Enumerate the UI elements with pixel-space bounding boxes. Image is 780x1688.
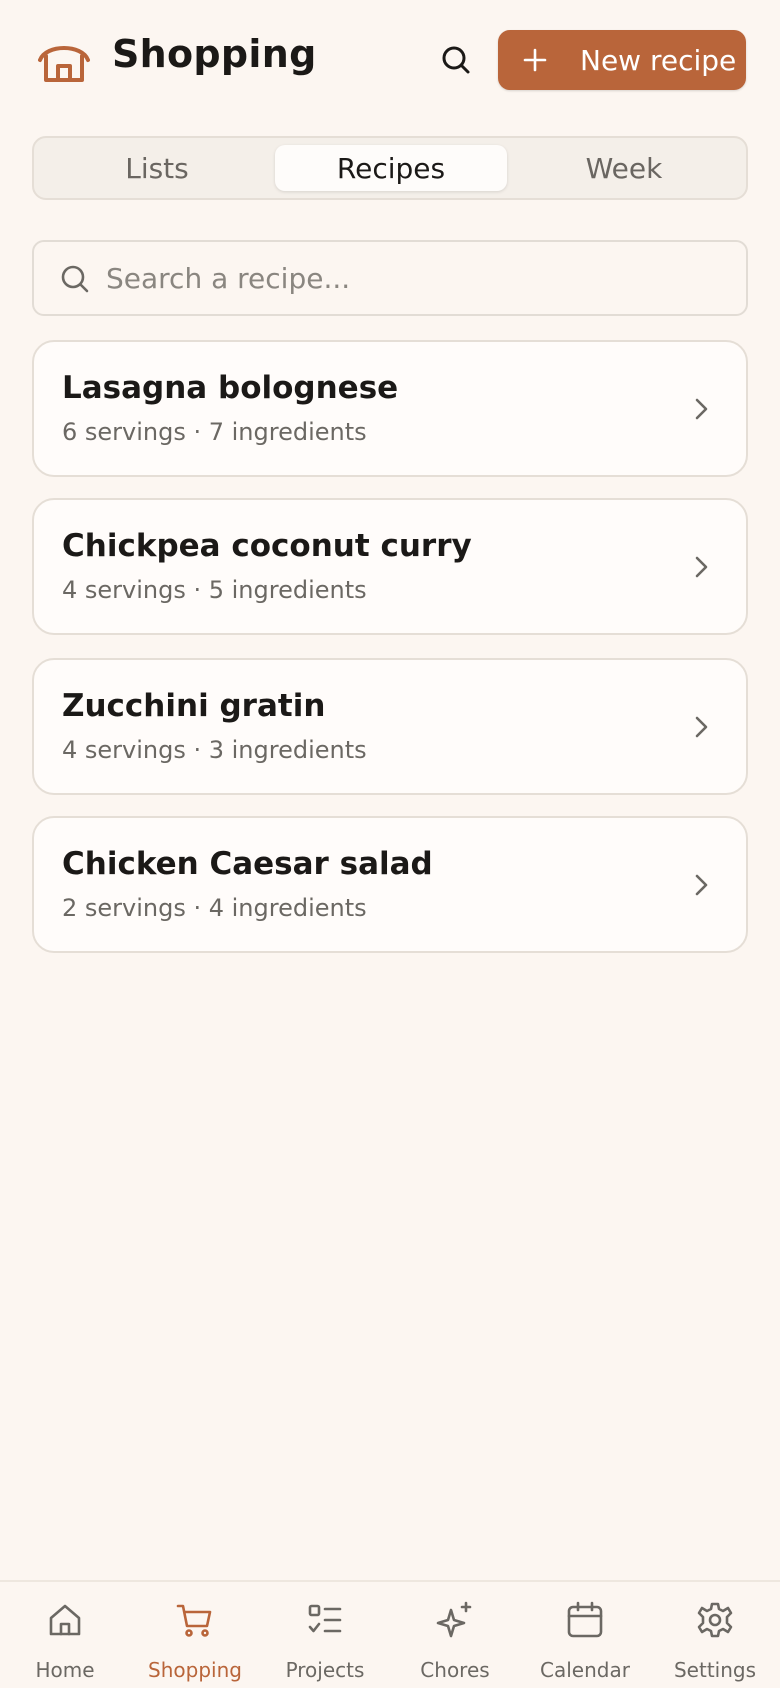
recipe-name: Lasagna bolognese <box>62 370 399 406</box>
nav-item-home[interactable]: Home <box>0 1582 130 1688</box>
search-icon <box>442 46 470 74</box>
page-title: Shopping <box>112 32 317 76</box>
home-logo-icon <box>36 36 92 84</box>
tab-week[interactable]: Week <box>508 145 740 191</box>
nav-label-home: Home <box>35 1658 95 1682</box>
chevron-right-icon <box>695 874 708 896</box>
recipe-meta: 2 servings · 4 ingredients <box>62 894 367 922</box>
nav-label-settings: Settings <box>673 1658 757 1682</box>
new-recipe-label: New recipe <box>580 43 737 77</box>
sparkle-icon <box>436 1601 472 1638</box>
nav-item-shopping[interactable]: Shopping <box>130 1582 260 1688</box>
recipe-meta: 4 servings · 3 ingredients <box>62 736 367 764</box>
nav-label-chores: Chores <box>420 1658 490 1682</box>
nav-label-calendar: Calendar <box>540 1658 630 1682</box>
chevron-right-icon <box>695 716 708 738</box>
gear-icon <box>697 1602 733 1638</box>
home-icon <box>49 1604 81 1636</box>
plus-icon <box>523 48 547 72</box>
bottom-nav: Home Shopping Projects Chores Calendar S… <box>0 1580 780 1688</box>
chevron-right-icon <box>695 398 708 420</box>
recipe-card[interactable]: Zucchini gratin 4 servings · 3 ingredien… <box>32 658 748 795</box>
nav-label-shopping: Shopping <box>148 1658 242 1682</box>
recipe-card[interactable]: Lasagna bolognese 6 servings · 7 ingredi… <box>32 340 748 477</box>
nav-label-projects: Projects <box>285 1658 365 1682</box>
search-button[interactable] <box>436 40 476 80</box>
tab-lists[interactable]: Lists <box>41 145 273 191</box>
cart-icon <box>176 1604 212 1637</box>
recipe-name: Chickpea coconut curry <box>62 528 472 564</box>
nav-item-projects[interactable]: Projects <box>260 1582 390 1688</box>
search-icon <box>61 265 89 293</box>
segmented-tabs: Lists Recipes Week <box>32 136 748 200</box>
recipe-search-box <box>32 240 748 316</box>
recipe-meta: 4 servings · 5 ingredients <box>62 576 367 604</box>
recipe-search-input[interactable] <box>106 242 726 314</box>
tab-recipes[interactable]: Recipes <box>275 145 507 191</box>
checklist-icon <box>308 1604 342 1633</box>
recipe-card[interactable]: Chickpea coconut curry 4 servings · 5 in… <box>32 498 748 635</box>
calendar-icon <box>567 1601 603 1638</box>
nav-item-chores[interactable]: Chores <box>390 1582 520 1688</box>
recipe-card[interactable]: Chicken Caesar salad 2 servings · 4 ingr… <box>32 816 748 953</box>
app-header: Shopping New recipe <box>0 0 780 122</box>
recipe-name: Zucchini gratin <box>62 688 326 724</box>
chevron-right-icon <box>695 556 708 578</box>
nav-item-settings[interactable]: Settings <box>650 1582 780 1688</box>
new-recipe-button[interactable]: New recipe <box>498 30 746 90</box>
recipe-meta: 6 servings · 7 ingredients <box>62 418 367 446</box>
recipe-name: Chicken Caesar salad <box>62 846 433 882</box>
nav-item-calendar[interactable]: Calendar <box>520 1582 650 1688</box>
